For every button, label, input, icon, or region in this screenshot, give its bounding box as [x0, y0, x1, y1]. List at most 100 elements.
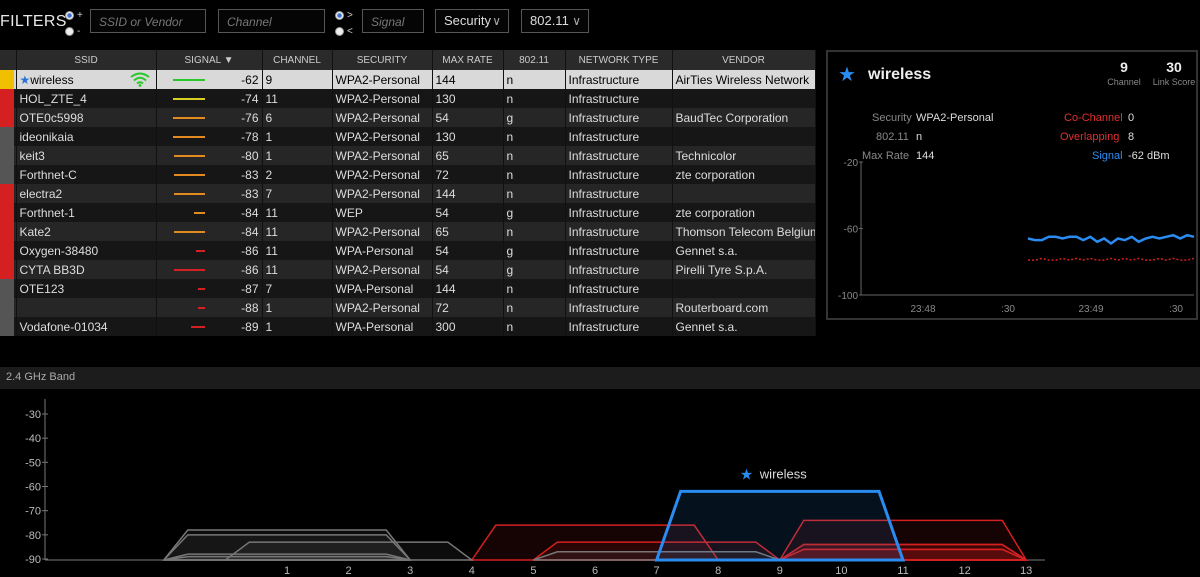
- signal-text: -84: [241, 224, 259, 239]
- row-color-swatch: [0, 241, 17, 260]
- signal-text: -87: [241, 281, 259, 296]
- row-color-swatch: [0, 317, 17, 336]
- security-column-header[interactable]: SECURITY: [332, 50, 433, 70]
- table-row[interactable]: CYTA BB3D -86 11 WPA2-Personal 54 g Infrastruc…: [0, 260, 816, 279]
- table-row[interactable]: Forthnet-C -83 2 WPA2-Personal 72 n Infrastruc…: [0, 165, 816, 184]
- signal-cell: -87: [156, 279, 263, 298]
- ssid-text: keit3: [19, 148, 45, 163]
- security-dropdown[interactable]: Security ∨: [435, 9, 509, 33]
- channel-input[interactable]: Channel: [218, 9, 325, 33]
- channel-cell: 11: [262, 241, 333, 260]
- vendor-cell: Gennet s.a.: [672, 317, 816, 336]
- signal-cell: -88: [156, 298, 263, 317]
- less-radio[interactable]: [335, 26, 344, 36]
- favorite-star-icon[interactable]: ★: [20, 73, 31, 87]
- table-row[interactable]: OTE123 -87 7 WPA-Personal 144 n Infrastructure: [0, 279, 816, 298]
- ssid-text: ideonikaia: [19, 129, 74, 144]
- table-row[interactable]: -88 1 WPA2-Personal 72 n Infrastructure Router…: [0, 298, 816, 317]
- table-row[interactable]: electra2 -83 7 WPA2-Personal 144 n Infrastruct…: [0, 184, 816, 203]
- ssid-text: wireless: [30, 72, 74, 87]
- color-column-header: [0, 50, 17, 70]
- band-y-tick: -40: [25, 433, 41, 445]
- table-row[interactable]: Oxygen-38480 -86 11 WPA-Personal 54 g Infrastr…: [0, 241, 816, 260]
- network-type-column-header[interactable]: NETWORK TYPE: [565, 50, 673, 70]
- band-x-tick: 9: [777, 565, 783, 577]
- maxrate-column-header[interactable]: MAX RATE: [432, 50, 504, 70]
- ssid-cell: ideonikaia: [16, 127, 157, 146]
- signal-sparkline: [190, 326, 205, 328]
- signal-cell: -62: [156, 70, 263, 89]
- row-color-swatch: [0, 70, 17, 89]
- table-row[interactable]: keit3 -80 1 WPA2-Personal 65 n Infrastructure T…: [0, 146, 816, 165]
- ssid-cell: ★wireless: [16, 70, 157, 89]
- table-header: SSID SIGNAL ▼ CHANNEL SECURITY MAX RATE …: [0, 50, 816, 70]
- band-header: 2.4 GHz Band: [0, 367, 1200, 389]
- greater-radio[interactable]: [335, 10, 344, 20]
- table-row[interactable]: HOL_ZTE_4 -74 11 WPA2-Personal 130 n Infrastru…: [0, 89, 816, 108]
- mode-dropdown-label: 802.11: [530, 13, 569, 28]
- band-x-tick: 12: [958, 565, 970, 577]
- signal-input[interactable]: Signal: [362, 9, 424, 33]
- band-title: 2.4 GHz Band: [6, 371, 76, 383]
- security-cell: WPA-Personal: [332, 241, 433, 260]
- table-row[interactable]: Vodafone-01034 -89 1 WPA-Personal 300 n Infras…: [0, 317, 816, 336]
- ssid-text: HOL_ZTE_4: [19, 91, 87, 106]
- row-color-swatch: [0, 108, 17, 127]
- vendor-column-header[interactable]: VENDOR: [672, 50, 816, 70]
- channel-network-shape[interactable]: [654, 489, 906, 562]
- noise-series-line: [1028, 257, 1195, 261]
- mode-column-header[interactable]: 802.11: [503, 50, 566, 70]
- table-row[interactable]: OTE0c5998 -76 6 WPA2-Personal 54 g Infrastruct…: [0, 108, 816, 127]
- ssid-column-header[interactable]: SSID: [16, 50, 157, 70]
- channel-cell: 9: [262, 70, 333, 89]
- graph-y-tick: -100: [838, 291, 858, 302]
- signal-text: -89: [241, 319, 259, 334]
- row-color-swatch: [0, 127, 17, 146]
- signal-column-header[interactable]: SIGNAL ▼: [156, 50, 263, 70]
- row-color-swatch: [0, 184, 17, 203]
- table-row[interactable]: ★wireless -62 9 WPA2-Personal 144 n Infrastruc…: [0, 70, 816, 89]
- ssid-text: Vodafone-01034: [19, 319, 108, 334]
- ssid-cell: Kate2: [16, 222, 157, 241]
- signal-text: -86: [241, 243, 259, 258]
- security-cell: WEP: [332, 203, 433, 222]
- network-type-cell: Infrastructure: [565, 89, 673, 108]
- ssid-cell: Forthnet-C: [16, 165, 157, 184]
- include-radio[interactable]: [65, 10, 74, 20]
- vendor-cell: zte corporation: [672, 203, 816, 222]
- ssid-cell: HOL_ZTE_4: [16, 89, 157, 108]
- network-type-cell: Infrastructure: [565, 127, 673, 146]
- ssid-vendor-input[interactable]: SSID or Vendor: [90, 9, 206, 33]
- ssid-cell: OTE0c5998: [16, 108, 157, 127]
- mode-dropdown[interactable]: 802.11 ∨: [521, 9, 589, 33]
- mode-cell: g: [503, 108, 566, 127]
- signal-sparkline: [172, 117, 205, 119]
- network-type-cell: Infrastructure: [565, 146, 673, 165]
- mode-cell: n: [503, 222, 566, 241]
- security-cell: WPA2-Personal: [332, 222, 433, 241]
- chevron-down-icon: ∨: [572, 14, 581, 28]
- vendor-cell: zte corporation: [672, 165, 816, 184]
- exclude-radio[interactable]: [65, 26, 74, 36]
- graph-y-tick: -20: [844, 158, 859, 169]
- signal-text: -86: [241, 262, 259, 277]
- channel-cell: 11: [262, 89, 333, 108]
- channel-column-header[interactable]: CHANNEL: [262, 50, 333, 70]
- band-x-tick: 3: [407, 565, 413, 577]
- channel-band-chart: -30-40-50-60-70-80-901 2 3 4 5 6 7 8 9 10 11 12 13★ w…: [25, 399, 1045, 577]
- table-row[interactable]: Forthnet-1 -84 11 WEP 54 g Infrastructure zte c…: [0, 203, 816, 222]
- channel-cell: 7: [262, 279, 333, 298]
- channel-cell: 1: [262, 317, 333, 336]
- signal-text: -80: [241, 148, 259, 163]
- graph-x-tick: 23:49: [1078, 304, 1103, 315]
- channel-network-shape[interactable]: [163, 555, 411, 561]
- band-x-tick: 13: [1020, 565, 1032, 577]
- table-row[interactable]: Kate2 -84 11 WPA2-Personal 65 n Infrastructure…: [0, 222, 816, 241]
- ssid-cell: keit3: [16, 146, 157, 165]
- table-row[interactable]: ideonikaia -78 1 WPA2-Personal 130 n Infrastru…: [0, 127, 816, 146]
- ssid-text: CYTA BB3D: [19, 262, 85, 277]
- band-highlight-label: wireless: [759, 466, 807, 481]
- less-label: <: [347, 25, 353, 37]
- band-y-tick: -90: [25, 554, 41, 566]
- mode-cell: g: [503, 241, 566, 260]
